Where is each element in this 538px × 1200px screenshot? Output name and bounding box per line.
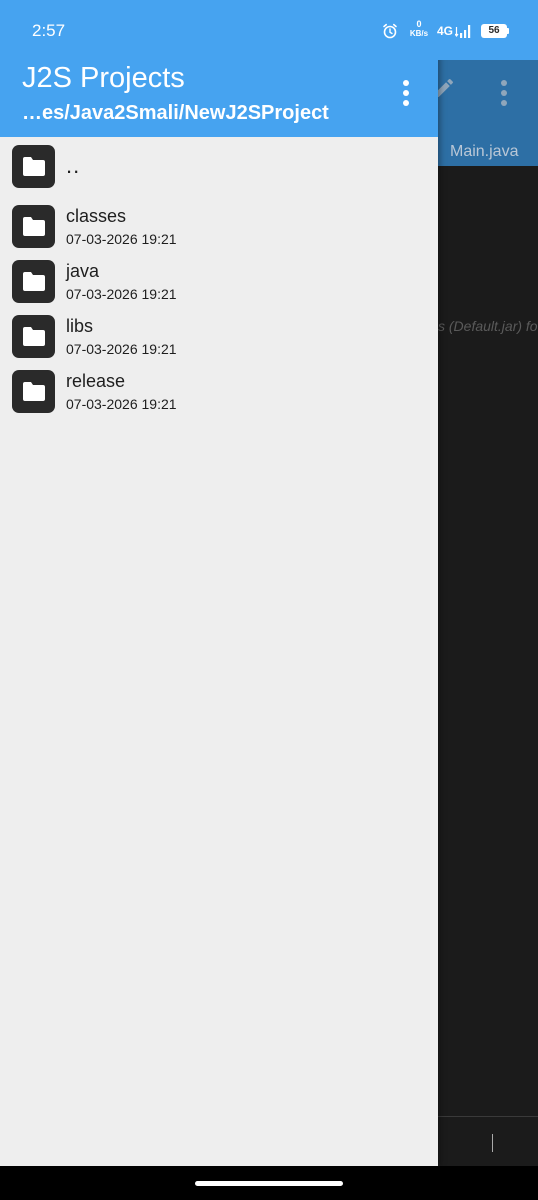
home-gesture-handle[interactable]	[195, 1181, 343, 1186]
network-speed: 0 KB/s	[408, 19, 430, 39]
folder-name: java	[66, 261, 100, 281]
folder-icon	[12, 205, 55, 248]
folder-date: 07-03-2026 19:21	[66, 231, 177, 247]
folder-name: classes	[66, 206, 127, 226]
folder-date: 07-03-2026 19:21	[66, 286, 177, 302]
folder-icon	[12, 145, 55, 188]
folder-icon	[12, 370, 55, 413]
folder-icon	[12, 315, 55, 358]
network-speed-value: 0	[416, 19, 422, 29]
parent-directory-label: ..	[66, 153, 81, 178]
more-vert-icon[interactable]	[494, 78, 514, 108]
list-item[interactable]: release 07-03-2026 19:21	[0, 370, 438, 425]
parent-directory-item[interactable]: ..	[0, 145, 438, 189]
folder-date: 07-03-2026 19:21	[66, 341, 177, 357]
network-speed-unit: KB/s	[409, 29, 429, 38]
list-item[interactable]: java 07-03-2026 19:21	[0, 260, 438, 315]
editor-hint-text: s (Default.jar) fo	[438, 318, 538, 334]
network-type: 4G	[437, 24, 454, 38]
navigation-drawer: J2S Projects …es/Java2Smali/NewJ2SProjec…	[0, 0, 438, 1166]
folder-name: libs	[66, 316, 94, 336]
alarm-icon	[383, 23, 397, 39]
system-nav-bar	[0, 1166, 538, 1200]
tab-main-java[interactable]: Main.java	[450, 143, 518, 161]
folder-name: release	[66, 371, 126, 391]
signal-icon	[455, 25, 471, 38]
folder-date: 07-03-2026 19:21	[66, 396, 177, 412]
list-item[interactable]: libs 07-03-2026 19:21	[0, 315, 438, 370]
drawer-path: …es/Java2Smali/NewJ2SProject	[22, 102, 329, 124]
battery-tip	[507, 28, 509, 34]
folder-icon	[12, 260, 55, 303]
list-item[interactable]: classes 07-03-2026 19:21	[0, 205, 438, 260]
status-bar: 2:57 0 KB/s 4G 56	[0, 0, 538, 60]
drawer-title: J2S Projects	[22, 62, 185, 94]
text-cursor	[492, 1134, 493, 1152]
battery-icon: 56	[481, 24, 507, 38]
more-vert-icon[interactable]	[396, 78, 416, 108]
status-time: 2:57	[32, 21, 66, 40]
editor-bottom-bar	[438, 1116, 538, 1166]
